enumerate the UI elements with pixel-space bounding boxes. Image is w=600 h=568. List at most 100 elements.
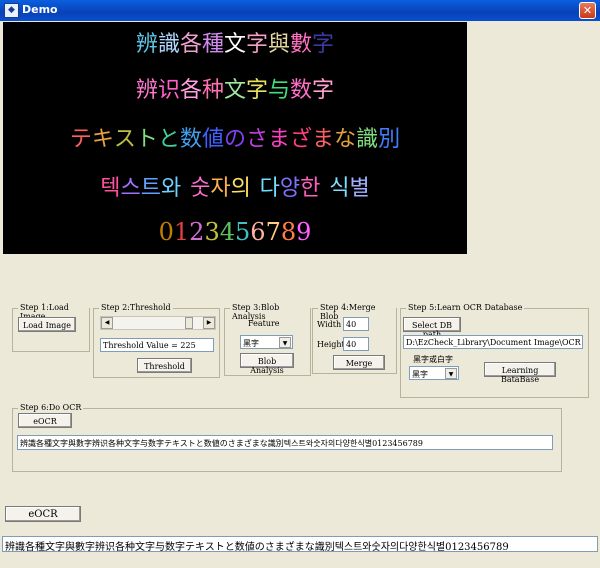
image-glyph: 7: [265, 218, 281, 246]
image-glyph: 別: [378, 127, 401, 152]
image-glyph: ト: [135, 127, 158, 152]
image-glyph: 種: [201, 32, 224, 57]
color-select[interactable]: 黑字 ▼: [409, 366, 459, 380]
feature-select[interactable]: 黑字 ▼: [240, 335, 293, 349]
image-glyph: 辨: [135, 32, 158, 57]
image-glyph: 文: [223, 32, 246, 57]
window-title: Demo: [22, 3, 58, 16]
load-image-button[interactable]: Load Image: [18, 317, 76, 332]
image-glyph: 2: [189, 218, 205, 246]
step6-eocr-button[interactable]: eOCR: [18, 413, 72, 428]
image-text-line: 辨識各種文字與數字: [3, 26, 467, 58]
image-glyph: 0: [158, 218, 174, 246]
merge-button[interactable]: Merge: [333, 355, 385, 370]
image-text-line: テキストと数値のさまざまな識別: [3, 121, 467, 153]
select-db-path-button[interactable]: Select DB path: [403, 317, 461, 339]
image-glyph: 트: [140, 176, 162, 201]
step4-group: Step 4:Merge Blob Width 40 Height 40 Mer…: [312, 303, 397, 374]
learning-database-button[interactable]: Learning BataBase: [484, 362, 556, 384]
threshold-slider[interactable]: ◀ ▶: [100, 316, 216, 330]
step1-group: Step 1:Load Image Load Image: [12, 303, 90, 352]
blob-analysis-button[interactable]: Blob Analysis: [240, 353, 294, 375]
image-glyph: 1: [173, 218, 190, 246]
image-glyph: 识: [157, 78, 180, 103]
db-path-field[interactable]: D:\EzCheck_Library\Document Image\OCR de…: [403, 335, 583, 349]
image-glyph: 6: [250, 218, 266, 246]
image-glyph: 한: [300, 176, 321, 201]
demo-window: ◆ Demo ✕ 辨識各種文字與數字 辨识各种文字与数字 テキストと数値のさまざ…: [0, 0, 600, 498]
image-glyph: キ: [91, 127, 114, 152]
image-glyph: 與: [268, 32, 291, 57]
scroll-right-icon[interactable]: ▶: [203, 317, 215, 329]
image-glyph: 种: [201, 78, 224, 103]
image-glyph: 의: [230, 176, 251, 201]
image-glyph: 値: [201, 127, 224, 152]
step5-legend: Step 5:Learn OCR Database: [406, 303, 525, 312]
image-glyph: ざ: [290, 127, 313, 152]
app-icon: ◆: [4, 3, 19, 18]
image-glyph: 辨: [135, 78, 158, 103]
image-glyph: 数: [290, 78, 313, 103]
image-glyph: な: [334, 127, 357, 152]
image-glyph: 字: [312, 32, 335, 57]
image-text-line: 辨识各种文字与数字: [3, 72, 467, 104]
image-glyph: 文: [223, 78, 246, 103]
height-field[interactable]: 40: [343, 337, 369, 351]
image-glyph: さ: [246, 127, 269, 152]
image-glyph: 식: [329, 176, 350, 201]
color-select-value: 黑字: [412, 370, 428, 379]
feature-select-value: 黑字: [243, 339, 259, 348]
image-glyph: ス: [113, 127, 136, 152]
image-glyph: テ: [69, 127, 92, 152]
bottom-eocr-button[interactable]: eOCR: [5, 506, 81, 522]
image-glyph: 자: [210, 176, 231, 201]
image-glyph: 스: [120, 176, 141, 201]
image-glyph: 識: [356, 127, 379, 152]
threshold-button[interactable]: Threshold: [137, 358, 192, 373]
image-glyph: 9: [296, 218, 312, 246]
image-glyph: 텍: [100, 176, 121, 201]
image-display: 辨識各種文字與數字 辨识各种文字与数字 テキストと数値のさまざまな識別 텍스트와…: [3, 22, 467, 254]
image-glyph: 양: [279, 176, 301, 201]
step6-result-field[interactable]: 辨識各種文字與數字辨识各种文字与数字テキストと数値のさまざまな識別텍스트와숫자의…: [17, 435, 553, 450]
threshold-value-field[interactable]: Threshold Value = 225: [100, 338, 214, 352]
image-text-line: 0123456789: [3, 218, 467, 246]
step6-legend: Step 6:Do OCR: [18, 403, 84, 412]
image-glyph: 字: [246, 32, 269, 57]
image-glyph: の: [223, 127, 246, 152]
image-glyph: ま: [312, 127, 335, 152]
image-glyph: 数: [179, 127, 202, 152]
slider-thumb[interactable]: [185, 317, 193, 329]
image-glyph: 3: [204, 218, 220, 246]
image-glyph: 字: [312, 78, 335, 103]
image-glyph: ま: [268, 127, 291, 152]
chevron-down-icon[interactable]: ▼: [279, 337, 291, 348]
bottom-result-field[interactable]: 辨識各種文字與數字辨识各种文字与数字テキストと数値のさまざまな識別텍스트와숫자의…: [2, 536, 598, 552]
color-label: 黑字或白字: [413, 355, 453, 364]
step5-group: Step 5:Learn OCR Database Select DB path…: [400, 303, 589, 398]
bottom-panel: eOCR 辨識各種文字與數字辨识各种文字与数字テキストと数値のさまざまな識別텍스…: [0, 498, 600, 568]
image-glyph: 各: [179, 78, 202, 103]
scroll-left-icon[interactable]: ◀: [101, 317, 113, 329]
width-field[interactable]: 40: [343, 317, 369, 331]
title-bar: ◆ Demo ✕: [0, 0, 600, 21]
image-glyph: 5: [235, 218, 251, 246]
image-glyph: 与: [268, 78, 291, 103]
image-glyph: 字: [246, 78, 269, 103]
image-glyph: 4: [219, 218, 235, 246]
step2-group: Step 2:Threshold ◀ ▶ Threshold Value = 2…: [93, 303, 220, 378]
image-glyph: 識: [157, 32, 180, 57]
image-glyph: 8: [280, 218, 297, 246]
close-button[interactable]: ✕: [579, 2, 596, 19]
step3-group: Step 3:Blob Analysis Feature 黑字 ▼ Blob A…: [224, 303, 311, 376]
height-label: Height: [317, 340, 345, 349]
image-glyph: 數: [290, 32, 313, 57]
image-glyph: 다: [259, 176, 280, 201]
chevron-down-icon[interactable]: ▼: [445, 368, 457, 379]
step6-group: Step 6:Do OCR eOCR 辨識各種文字與數字辨识各种文字与数字テキス…: [12, 403, 562, 472]
feature-label: Feature: [248, 319, 280, 328]
width-label: Width: [317, 320, 342, 329]
image-glyph: 숫: [190, 176, 211, 201]
image-glyph: 별: [349, 176, 370, 201]
image-glyph: 各: [179, 32, 202, 57]
